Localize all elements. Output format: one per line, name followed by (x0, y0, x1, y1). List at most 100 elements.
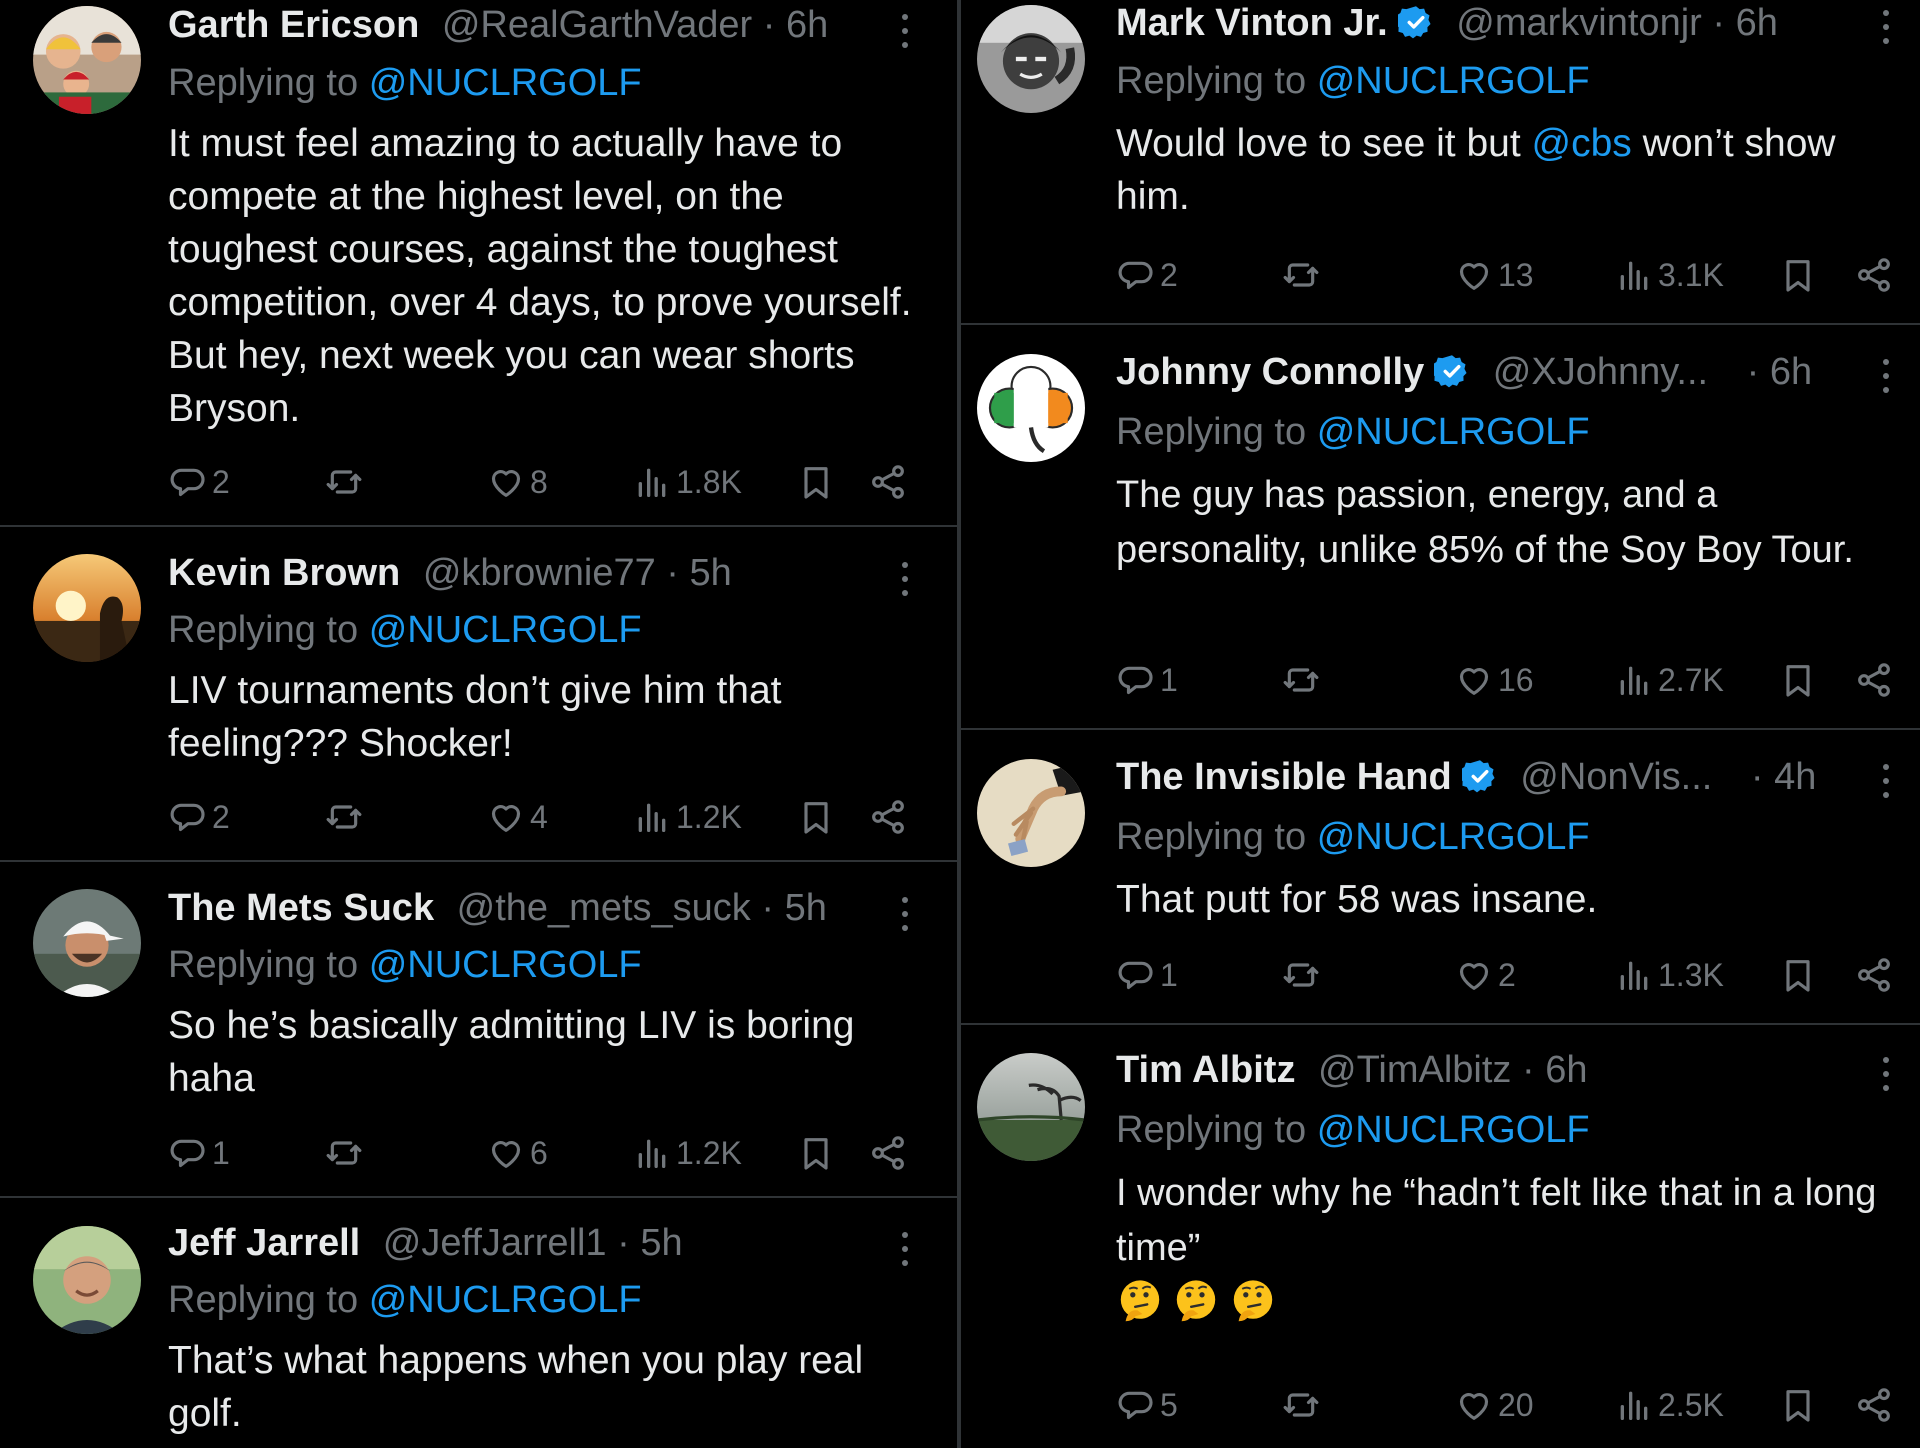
author-name[interactable]: Johnny Connolly (1116, 351, 1424, 393)
views-button[interactable]: 1.2K (632, 1128, 742, 1178)
author-handle[interactable]: @TimAlbitz (1318, 1049, 1511, 1091)
reply-button[interactable]: 2 (168, 792, 230, 842)
reply-button[interactable]: 1 (168, 1128, 230, 1178)
tweet-jeff-jarrell[interactable]: Jeff Jarrell @JeffJarrell1 · 5h Replying… (0, 1198, 957, 1448)
more-options-icon[interactable] (895, 12, 915, 52)
replying-to-mention[interactable]: @NUCLRGOLF (369, 944, 642, 986)
author-handle[interactable]: @RealGarthVader (442, 4, 752, 46)
tweet-tim-albitz[interactable]: Tim Albitz @TimAlbitz · 6h Replying to @… (961, 1025, 1920, 1448)
like-button[interactable]: 16 (1454, 655, 1534, 705)
author-name[interactable]: Jeff Jarrell (168, 1222, 360, 1264)
retweet-button[interactable] (1281, 1380, 1321, 1430)
bookmark-button[interactable] (1778, 655, 1818, 705)
avatar[interactable] (33, 889, 141, 997)
replying-to-mention[interactable]: @NUCLRGOLF (1317, 60, 1590, 102)
like-button[interactable]: 4 (486, 792, 548, 842)
replying-to-mention[interactable]: @NUCLRGOLF (369, 609, 642, 651)
like-button[interactable]: 8 (486, 457, 548, 507)
timestamp[interactable]: 6h (1545, 1049, 1587, 1091)
share-button[interactable] (1854, 950, 1894, 1000)
author-name[interactable]: Tim Albitz (1116, 1049, 1295, 1091)
avatar[interactable] (33, 1226, 141, 1334)
replying-to-mention[interactable]: @NUCLRGOLF (369, 1279, 642, 1321)
reply-button[interactable]: 2 (168, 457, 230, 507)
author-handle[interactable]: @XJohnny... (1493, 351, 1708, 393)
tweet-text-mention[interactable]: @cbs (1532, 122, 1632, 165)
author-handle[interactable]: @JeffJarrell1 (383, 1222, 607, 1264)
replying-to-mention[interactable]: @NUCLRGOLF (1317, 816, 1590, 858)
bookmark-button[interactable] (796, 1128, 836, 1178)
tweet-kevin-brown[interactable]: Kevin Brown @kbrownie77 · 5h Replying to… (0, 527, 957, 862)
share-button[interactable] (1854, 250, 1894, 300)
like-button[interactable]: 13 (1454, 250, 1534, 300)
avatar[interactable] (33, 6, 141, 114)
retweet-button[interactable] (324, 792, 364, 842)
share-button[interactable] (1854, 655, 1894, 705)
author-handle[interactable]: @the_mets_suck (457, 887, 751, 929)
timestamp[interactable]: 5h (690, 552, 732, 594)
author-name[interactable]: Kevin Brown (168, 552, 400, 594)
tweet-actions: 5 20 2.5K (1116, 1380, 1906, 1430)
replying-to-mention[interactable]: @NUCLRGOLF (369, 62, 642, 104)
views-button[interactable]: 1.8K (632, 457, 742, 507)
tweet-the-invisible-hand[interactable]: The Invisible Hand @NonVis... · 4h Reply… (961, 730, 1920, 1025)
timestamp[interactable]: 6h (786, 4, 828, 46)
bookmark-button[interactable] (1778, 1380, 1818, 1430)
more-options-icon[interactable] (895, 560, 915, 600)
avatar[interactable] (977, 1053, 1085, 1161)
more-options-icon[interactable] (895, 1230, 915, 1270)
tweet-the-mets-suck[interactable]: The Mets Suck @the_mets_suck · 5h Replyi… (0, 862, 957, 1198)
author-name[interactable]: The Mets Suck (168, 887, 434, 929)
bookmark-button[interactable] (1778, 950, 1818, 1000)
timestamp[interactable]: 5h (785, 887, 827, 929)
views-button[interactable]: 3.1K (1614, 250, 1724, 300)
reply-button[interactable]: 2 (1116, 250, 1178, 300)
like-button[interactable]: 6 (486, 1128, 548, 1178)
author-handle[interactable]: @markvintonjr (1456, 2, 1702, 44)
more-options-icon[interactable] (1876, 762, 1896, 802)
retweet-button[interactable] (1281, 250, 1321, 300)
timestamp[interactable]: 4h (1774, 756, 1816, 798)
timestamp[interactable]: 6h (1736, 2, 1778, 44)
avatar[interactable] (977, 5, 1085, 113)
tweet-mark-vinton-jr[interactable]: Mark Vinton Jr. @markvintonjr · 6h Reply… (961, 0, 1920, 325)
author-handle[interactable]: @kbrownie77 (423, 552, 656, 594)
author-name[interactable]: Mark Vinton Jr. (1116, 2, 1388, 44)
tweet-johnny-connolly[interactable]: Johnny Connolly @XJohnny... · 6h Replyin… (961, 325, 1920, 730)
share-button[interactable] (1854, 1380, 1894, 1430)
retweet-button[interactable] (1281, 655, 1321, 705)
replying-to-mention[interactable]: @NUCLRGOLF (1317, 411, 1590, 453)
views-button[interactable]: 1.2K (632, 792, 742, 842)
like-button[interactable]: 2 (1454, 950, 1516, 1000)
more-options-icon[interactable] (1876, 8, 1896, 48)
avatar[interactable] (977, 759, 1085, 867)
more-options-icon[interactable] (1876, 1055, 1896, 1095)
timestamp[interactable]: 5h (640, 1222, 682, 1264)
bookmark-button[interactable] (796, 792, 836, 842)
retweet-button[interactable] (324, 1128, 364, 1178)
more-options-icon[interactable] (895, 895, 915, 935)
share-button[interactable] (868, 792, 908, 842)
author-name[interactable]: Garth Ericson (168, 4, 419, 46)
bookmark-button[interactable] (796, 457, 836, 507)
views-button[interactable]: 2.7K (1614, 655, 1724, 705)
retweet-button[interactable] (1281, 950, 1321, 1000)
views-button[interactable]: 2.5K (1614, 1380, 1724, 1430)
author-name[interactable]: The Invisible Hand (1116, 756, 1452, 798)
timestamp[interactable]: 6h (1770, 351, 1812, 393)
like-button[interactable]: 20 (1454, 1380, 1534, 1430)
reply-button[interactable]: 1 (1116, 655, 1178, 705)
tweet-garth-ericson[interactable]: Garth Ericson @RealGarthVader · 6h Reply… (0, 0, 957, 527)
reply-button[interactable]: 1 (1116, 950, 1178, 1000)
views-button[interactable]: 1.3K (1614, 950, 1724, 1000)
share-button[interactable] (868, 1128, 908, 1178)
more-options-icon[interactable] (1876, 357, 1896, 397)
retweet-button[interactable] (324, 457, 364, 507)
replying-to-mention[interactable]: @NUCLRGOLF (1317, 1109, 1590, 1151)
author-handle[interactable]: @NonVis... (1520, 756, 1712, 798)
bookmark-button[interactable] (1778, 250, 1818, 300)
reply-button[interactable]: 5 (1116, 1380, 1178, 1430)
avatar[interactable] (33, 554, 141, 662)
avatar[interactable] (977, 354, 1085, 462)
share-button[interactable] (868, 457, 908, 507)
